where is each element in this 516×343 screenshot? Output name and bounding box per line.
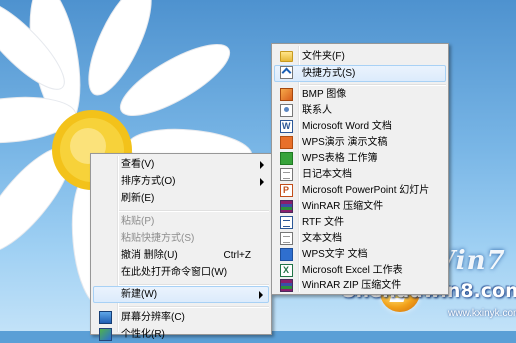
- menu-item-label: Microsoft PowerPoint 幻灯片: [302, 185, 430, 196]
- winrar-zip-icon: [280, 279, 293, 292]
- menu-item-personalize[interactable]: 个性化(R): [93, 326, 269, 343]
- menu-item-screen-resolution[interactable]: 屏幕分辨率(C): [93, 309, 269, 326]
- desktop-context-menu: 查看(V) 排序方式(O) 刷新(E) 粘贴(P) 粘贴快捷方式(S) 撤消 删…: [90, 153, 272, 341]
- menu-item-open-command-window[interactable]: 在此处打开命令窗口(W): [93, 264, 269, 281]
- rtf-file-icon: [280, 216, 293, 229]
- menu-item-label: WPS演示 演示文稿: [302, 137, 388, 148]
- menu-item-refresh[interactable]: 刷新(E): [93, 190, 269, 207]
- new-rtf-file-item[interactable]: RTF 文件: [274, 214, 446, 231]
- menu-item-label: 文件夹(F): [302, 51, 345, 62]
- journal-document-icon: [280, 168, 293, 181]
- new-contact-item[interactable]: 联系人: [274, 102, 446, 119]
- menu-item-shortcut: Ctrl+Z: [223, 250, 252, 261]
- menu-item-view[interactable]: 查看(V): [93, 156, 269, 173]
- menu-item-label: WPS表格 工作簿: [302, 153, 378, 164]
- menu-item-label: 快捷方式(S): [302, 68, 356, 79]
- new-folder-item[interactable]: 文件夹(F): [274, 48, 446, 65]
- screen-resolution-icon: [99, 311, 112, 324]
- menu-item-label: 个性化(R): [121, 329, 165, 340]
- menu-item-label: 查看(V): [121, 159, 155, 170]
- wps-spreadsheet-icon: [280, 152, 293, 165]
- new-journal-document-item[interactable]: 日记本文档: [274, 166, 446, 183]
- folder-icon: [280, 51, 293, 62]
- menu-item-label: 联系人: [302, 105, 332, 116]
- menu-item-new[interactable]: 新建(W): [93, 286, 269, 303]
- menu-item-sort-by[interactable]: 排序方式(O): [93, 173, 269, 190]
- new-wps-presentation-item[interactable]: WPS演示 演示文稿: [274, 134, 446, 151]
- menu-item-label: 在此处打开命令窗口(W): [121, 267, 228, 278]
- new-winrar-zip-item[interactable]: WinRAR ZIP 压缩文件: [274, 277, 446, 294]
- word-document-icon: [280, 118, 293, 135]
- text-document-icon: [280, 232, 293, 245]
- winrar-archive-icon: [280, 200, 293, 213]
- menu-item-label: WinRAR 压缩文件: [302, 201, 384, 212]
- menu-item-label: 日记本文档: [302, 169, 352, 180]
- excel-worksheet-icon: [280, 262, 293, 279]
- personalize-icon: [99, 328, 112, 341]
- submenu-arrow-icon: [260, 161, 264, 169]
- menu-item-label: RTF 文件: [302, 217, 345, 228]
- submenu-arrow-icon: [259, 291, 263, 299]
- submenu-arrow-icon: [260, 178, 264, 186]
- wps-writer-icon: [280, 248, 293, 261]
- menu-item-label: WPS文字 文档: [302, 249, 368, 260]
- contact-icon: [280, 104, 293, 117]
- menu-item-label: 粘贴(P): [121, 216, 155, 227]
- menu-item-undo-delete[interactable]: 撤消 删除(U) Ctrl+Z: [93, 247, 269, 264]
- shortcut-icon: [280, 66, 293, 79]
- menu-item-paste: 粘贴(P): [93, 213, 269, 230]
- menu-item-label: 撤消 删除(U): [121, 250, 178, 261]
- wps-presentation-icon: [280, 136, 293, 149]
- new-shortcut-item[interactable]: 快捷方式(S): [274, 65, 446, 82]
- new-wps-spreadsheet-item[interactable]: WPS表格 工作簿: [274, 150, 446, 167]
- menu-item-label: 新建(W): [121, 289, 158, 300]
- menu-item-label: BMP 图像: [302, 89, 347, 100]
- menu-item-label: 屏幕分辨率(C): [121, 312, 185, 323]
- menu-item-label: Microsoft Word 文档: [302, 121, 392, 132]
- menu-item-label: 粘贴快捷方式(S): [121, 233, 195, 244]
- watermark-url-text: www.kxinyk.com: [448, 308, 516, 319]
- menu-separator: [119, 210, 269, 212]
- menu-item-label: 文本文档: [302, 233, 342, 244]
- bmp-image-icon: [280, 88, 293, 101]
- powerpoint-icon: [280, 182, 293, 199]
- new-submenu: 文件夹(F) 快捷方式(S) BMP 图像 联系人 Microsoft Word…: [271, 43, 449, 295]
- new-wps-writer-item[interactable]: WPS文字 文档: [274, 246, 446, 263]
- new-powerpoint-item[interactable]: Microsoft PowerPoint 幻灯片: [274, 182, 446, 199]
- new-winrar-archive-item[interactable]: WinRAR 压缩文件: [274, 198, 446, 215]
- menu-item-label: 刷新(E): [121, 193, 155, 204]
- menu-separator: [119, 306, 269, 308]
- menu-item-label: WinRAR ZIP 压缩文件: [302, 280, 402, 291]
- new-word-document-item[interactable]: Microsoft Word 文档: [274, 118, 446, 135]
- menu-item-paste-shortcut: 粘贴快捷方式(S): [93, 230, 269, 247]
- new-bmp-image-item[interactable]: BMP 图像: [274, 86, 446, 103]
- menu-item-label: 排序方式(O): [121, 176, 176, 187]
- new-text-document-item[interactable]: 文本文档: [274, 230, 446, 247]
